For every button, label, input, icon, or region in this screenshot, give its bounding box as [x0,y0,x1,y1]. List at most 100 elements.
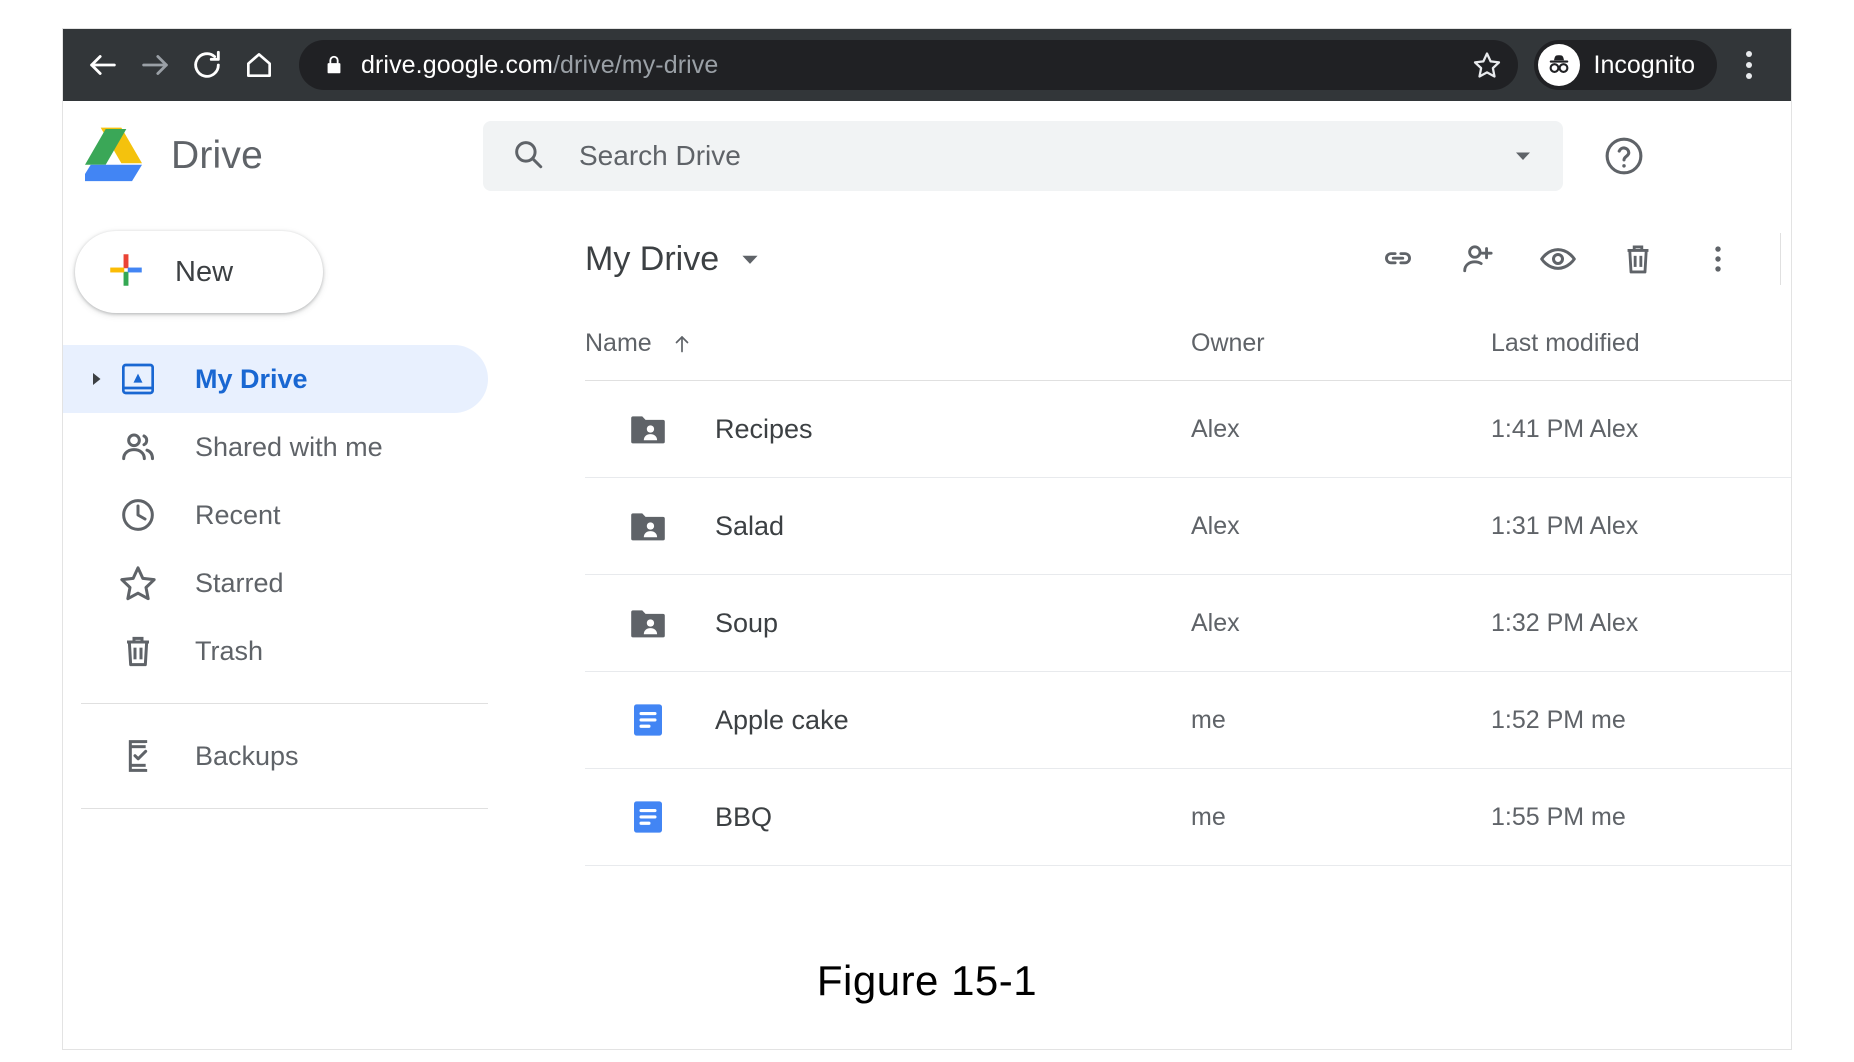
shared-folder-icon [619,602,677,644]
table-row[interactable]: Soup Alex 1:32 PM Alex [585,575,1791,672]
lock-icon [323,54,345,76]
shared-folder-icon [619,408,677,450]
address-bar[interactable]: drive.google.com/drive/my-drive [299,40,1518,90]
sidebar-divider-bottom [81,808,488,809]
plus-icon [105,249,147,296]
search-options-button[interactable] [1495,128,1551,184]
chevron-down-icon [1516,152,1530,160]
chrome-menu-button[interactable] [1725,39,1773,91]
bookmark-star-button[interactable] [1464,42,1510,88]
column-header-name[interactable]: Name [585,329,1191,358]
star-icon [1473,52,1500,78]
search-placeholder: Search Drive [579,140,741,171]
file-name: Recipes [715,413,813,444]
sidebar-item-recent[interactable]: Recent [63,481,488,549]
toolbar-separator [1780,233,1781,285]
home-button[interactable] [233,39,285,91]
sidebar-item-shared-with-me[interactable]: Shared with me [63,413,488,481]
three-dot-menu-icon [1715,246,1721,272]
home-icon [247,53,271,77]
file-owner: me [1191,802,1226,831]
sidebar-item-starred[interactable]: Starred [63,549,488,617]
table-row[interactable]: BBQ me 1:55 PM me [585,769,1791,866]
sidebar-item-label: Backups [195,740,299,771]
toolbar-actions [1358,219,1781,299]
file-modified: 1:55 PM me [1491,802,1626,831]
backup-phone-icon [111,736,165,776]
sidebar-item-backups[interactable]: Backups [63,722,488,790]
column-label-name: Name [585,329,652,357]
file-name-cell: Soup [585,602,1191,644]
column-header-owner[interactable]: Owner [1191,329,1491,358]
incognito-hat-glasses-icon [1537,44,1580,86]
file-name: BBQ [715,801,773,832]
url-text: drive.google.com/drive/my-drive [361,51,1464,80]
file-name-cell: Salad [585,505,1191,547]
file-owner: Alex [1191,414,1240,443]
table-row[interactable]: Apple cake me 1:52 PM me [585,672,1791,769]
file-modified: 1:31 PM Alex [1491,511,1639,540]
new-button-label: New [175,255,234,288]
sidebar-item-trash[interactable]: Trash [63,617,488,685]
my-drive-icon [111,359,165,399]
drive-header: Drive Search Drive [63,101,1791,211]
sidebar-item-label: Recent [195,499,281,530]
new-button[interactable]: New [75,231,323,313]
reload-button[interactable] [181,39,233,91]
google-doc-icon [619,700,677,740]
expand-caret-icon[interactable] [81,370,111,388]
search-icon [511,137,545,176]
add-person-icon [1463,245,1493,273]
breadcrumb[interactable]: My Drive [585,240,1358,279]
file-modified: 1:41 PM Alex [1491,414,1639,443]
help-circle-icon [1605,137,1643,175]
star-outline-icon [111,563,165,603]
arrow-left-icon [90,55,116,75]
column-header-modified[interactable]: Last modified [1491,329,1771,358]
help-button[interactable] [1589,121,1659,191]
table-row[interactable]: Recipes Alex 1:41 PM Alex [585,381,1791,478]
brand-name: Drive [171,134,264,177]
delete-button[interactable] [1598,219,1678,299]
figure-frame: drive.google.com/drive/my-drive Incognit… [62,28,1792,1050]
sidebar-item-label: My Drive [195,363,308,394]
sidebar-nav: My Drive Shared with me Recent Starred T… [63,345,562,809]
three-dot-menu-icon [1746,51,1752,57]
search-input[interactable]: Search Drive [483,121,1563,191]
reload-icon [194,50,220,78]
forward-button[interactable] [129,39,181,91]
clock-icon [111,495,165,535]
chevron-down-icon[interactable] [737,246,763,272]
file-name-cell: BBQ [585,797,1191,837]
file-owner: Alex [1191,511,1240,540]
file-name: Salad [715,510,785,541]
main-toolbar: My Drive [585,211,1791,307]
incognito-badge[interactable]: Incognito [1533,40,1717,90]
figure-caption: Figure 15-1 [816,957,1038,1004]
file-table-header: Name Owner Last modified [585,307,1791,381]
main-content: My Drive Name Owner Last modified Recipe… [563,211,1791,1049]
file-owner: me [1191,705,1226,734]
drive-brand[interactable]: Drive [63,126,483,187]
sidebar-divider [81,703,488,704]
sidebar: New My Drive Shared with me Recent Starr… [63,211,563,1049]
trash-icon [111,631,165,671]
get-link-button[interactable] [1358,219,1438,299]
sidebar-item-label: Shared with me [195,431,383,462]
page-root: drive.google.com/drive/my-drive Incognit… [0,0,1854,1062]
file-name: Apple cake [715,704,849,735]
preview-button[interactable] [1518,219,1598,299]
share-add-person-button[interactable] [1438,219,1518,299]
breadcrumb-label: My Drive [585,239,720,278]
sidebar-item-label: Trash [195,635,264,666]
google-doc-icon [619,797,677,837]
incognito-label: Incognito [1593,50,1695,79]
sidebar-item-my-drive[interactable]: My Drive [63,345,488,413]
url-domain: drive.google.com [361,50,553,79]
back-button[interactable] [77,39,129,91]
file-name-cell: Recipes [585,408,1191,450]
url-path: /drive/my-drive [552,50,719,79]
table-row[interactable]: Salad Alex 1:31 PM Alex [585,478,1791,575]
file-owner: Alex [1191,608,1240,637]
more-options-button[interactable] [1678,219,1758,299]
